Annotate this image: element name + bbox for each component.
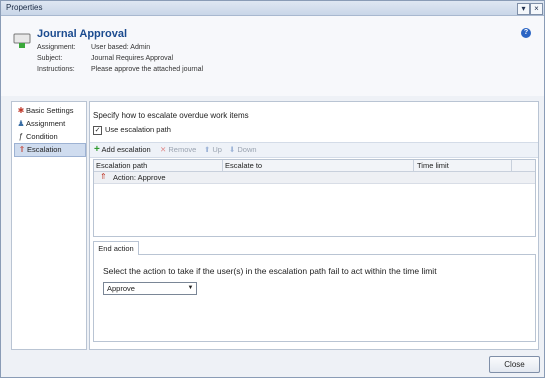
subject-key: Subject:	[37, 55, 63, 62]
chevron-down-icon: ▾	[521, 4, 526, 13]
nav-item-escalation[interactable]: ⇑ Escalation	[14, 143, 86, 157]
window-title: Properties	[6, 3, 43, 12]
add-escalation-label: Add escalation	[101, 145, 151, 154]
assignment-key: Assignment:	[37, 44, 76, 51]
remove-icon: ✕	[160, 145, 167, 154]
nav-item-label: Basic Settings	[26, 106, 74, 115]
arrow-down-icon: ⬇	[229, 145, 236, 154]
move-up-label: Up	[212, 145, 222, 154]
escalation-toolbar: + Add escalation ✕ Remove ⬆ Up ⬇ Down	[90, 142, 538, 158]
nav-item-basic-settings[interactable]: ✱ Basic Settings	[14, 105, 84, 117]
nav-item-label: Escalation	[27, 145, 62, 154]
instructions-value: Please approve the attached journal	[91, 66, 204, 73]
use-escalation-path-checkbox[interactable]: ✓ Use escalation path	[93, 125, 171, 135]
column-divider	[222, 160, 223, 171]
remove-button[interactable]: ✕ Remove	[160, 145, 196, 154]
column-divider	[413, 160, 414, 171]
settings-nav: ✱ Basic Settings ♟Assignment ƒ Condition ⇑…	[11, 101, 87, 350]
column-header[interactable]: Time limit	[417, 161, 449, 170]
column-header[interactable]: Escalate to	[225, 161, 262, 170]
nav-item-label: Assignment	[26, 119, 66, 128]
assignment-value: User based: Admin	[91, 44, 151, 51]
close-button[interactable]: Close	[489, 356, 540, 373]
end-action-panel: Select the action to take if the user(s)…	[93, 254, 536, 342]
move-up-button[interactable]: ⬆ Up	[204, 145, 222, 154]
escalation-path-table: Escalation path Escalate to Time limit ⇑…	[93, 159, 536, 237]
escalation-description: Specify how to escalate overdue work ite…	[93, 111, 249, 120]
use-escalation-path-label: Use escalation path	[105, 125, 171, 134]
assignment-row: Assignment: User based: Admin	[37, 44, 150, 51]
escalation-panel: Specify how to escalate overdue work ite…	[89, 101, 539, 350]
move-down-label: Down	[237, 145, 257, 154]
window-close-button[interactable]: ×	[530, 3, 543, 15]
page-title: Journal Approval	[37, 28, 128, 40]
chevron-down-icon: ▼	[187, 285, 194, 291]
window-menu-button[interactable]: ▾	[517, 3, 530, 15]
close-icon: ×	[534, 4, 539, 13]
plus-icon: +	[94, 144, 100, 155]
column-divider	[511, 160, 512, 171]
end-action-prompt: Select the action to take if the user(s)…	[103, 266, 437, 276]
nav-item-condition[interactable]: ƒ Condition	[14, 131, 84, 143]
star-icon: ✱	[17, 106, 25, 115]
subject-value: Journal Requires Approval	[91, 55, 174, 62]
users-icon: ♟	[17, 119, 25, 128]
column-header[interactable]: Escalation path	[96, 161, 147, 170]
table-header: Escalation path Escalate to Time limit	[94, 160, 535, 172]
remove-label: Remove	[168, 145, 197, 154]
function-icon: ƒ	[18, 132, 24, 141]
arrow-up-icon: ⬆	[204, 145, 211, 154]
table-row[interactable]: ⇑ Action: Approve	[94, 172, 535, 184]
help-icon[interactable]: ?	[521, 28, 531, 38]
nav-item-label: Condition	[26, 132, 58, 141]
instructions-key: Instructions:	[37, 66, 75, 73]
end-action-selected-value: Approve	[107, 284, 135, 293]
properties-window: Properties ▾ × Journal Approval Assignme…	[0, 0, 545, 378]
table-cell-path: Action: Approve	[113, 173, 166, 182]
checkbox-check-icon: ✓	[93, 125, 102, 135]
workitem-icon	[13, 33, 31, 48]
add-escalation-button[interactable]: + Add escalation	[94, 144, 151, 155]
subject-row: Subject: Journal Requires Approval	[37, 55, 173, 62]
title-bar: Properties ▾ ×	[1, 1, 544, 16]
end-action-select[interactable]: Approve ▼	[103, 282, 197, 295]
move-down-button[interactable]: ⬇ Down	[229, 145, 257, 154]
instructions-row: Instructions: Please approve the attached…	[37, 66, 203, 73]
escalation-icon: ⇑	[18, 145, 26, 154]
nav-item-assignment[interactable]: ♟Assignment	[14, 118, 84, 130]
action-icon: ⇑	[100, 172, 107, 181]
tab-end-action[interactable]: End action	[93, 241, 139, 255]
